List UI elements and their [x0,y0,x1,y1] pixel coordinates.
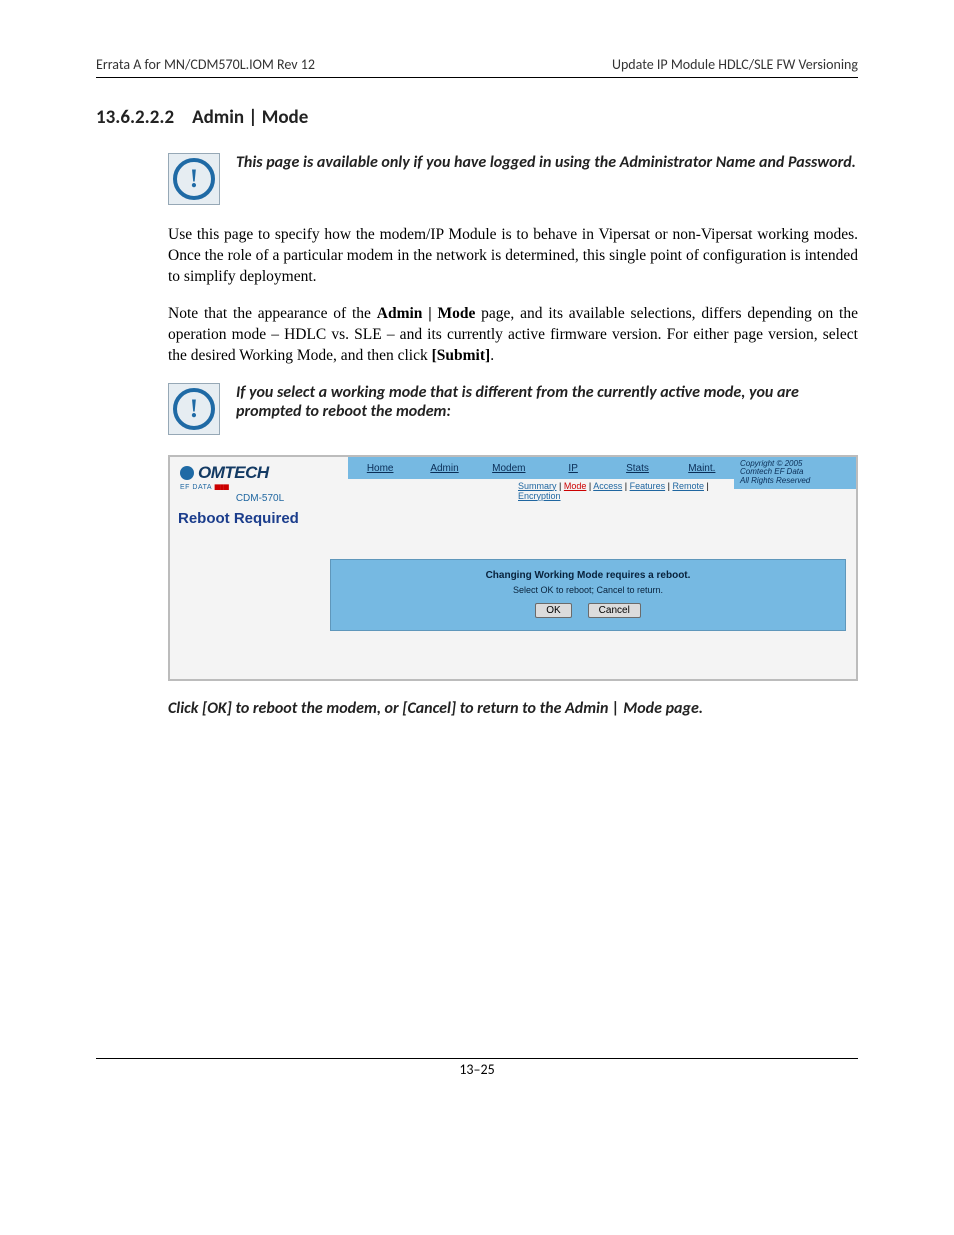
section-heading: 13.6.2.2.2 Admin | Mode [96,106,858,129]
webui-copyright: Copyright © 2005 Comtech EF Data All Rig… [734,457,856,489]
screenshot-caption: Click [OK] to reboot the modem, or [Canc… [168,699,858,718]
nav-admin[interactable]: Admin [412,463,476,474]
subnav-mode[interactable]: Mode [564,481,587,491]
reboot-dialog-line2: Select OK to reboot; Cancel to return. [331,585,845,595]
nav-home[interactable]: Home [348,463,412,474]
cancel-button[interactable]: Cancel [588,603,641,618]
modem-webui-screenshot: OMTECH EF DATA ▮▮▮▮▮ CDM-570L Home Admin… [168,455,858,681]
info-note-1-text: This page is available only if you have … [236,153,856,172]
info-note-2: ! If you select a working mode that is d… [168,383,858,435]
webui-main-nav: Home Admin Modem IP Stats Maint. [348,457,734,481]
logo-brand: OMTECH [198,463,269,483]
info-icon: ! [168,383,220,435]
nav-stats[interactable]: Stats [605,463,669,474]
reboot-dialog: Changing Working Mode requires a reboot.… [330,559,846,631]
header-right: Update IP Module HDLC/SLE FW Versioning [612,56,858,73]
para2-pre: Note that the appearance of the [168,305,377,322]
logo-model: CDM-570L [180,493,340,504]
reboot-dialog-line1: Changing Working Mode requires a reboot. [331,570,845,581]
ok-button[interactable]: OK [535,603,571,618]
subnav-features[interactable]: Features [630,481,666,491]
webui-sub-nav: Summary | Mode | Access | Features | Rem… [348,479,734,503]
para2-b1: Admin | Mode [377,305,476,322]
logo-bars-icon: ▮▮▮▮▮ [214,484,228,491]
para2-post: . [490,347,494,364]
logo-globe-icon [180,466,194,480]
subnav-encryption[interactable]: Encryption [518,491,561,501]
page-number: 13–25 [96,1061,858,1118]
paragraph-1: Use this page to specify how the modem/I… [168,225,858,288]
webui-logo: OMTECH EF DATA ▮▮▮▮▮ CDM-570L [170,457,348,506]
subnav-remote[interactable]: Remote [672,481,704,491]
webui-heading: Reboot Required [170,506,856,527]
subnav-summary[interactable]: Summary [518,481,557,491]
section-number: 13.6.2.2.2 [96,106,174,129]
nav-maint[interactable]: Maint. [670,463,734,474]
info-icon: ! [168,153,220,205]
nav-modem[interactable]: Modem [477,463,541,474]
info-note-2-text: If you select a working mode that is dif… [236,383,858,421]
nav-ip[interactable]: IP [541,463,605,474]
header-rule [96,77,858,78]
para2-b2: [Submit] [432,347,491,364]
paragraph-2: Note that the appearance of the Admin | … [168,304,858,367]
copy-l3: All Rights Reserved [740,477,850,486]
subnav-access[interactable]: Access [593,481,622,491]
footer-rule [96,1058,858,1059]
logo-subline: EF DATA [180,484,212,491]
section-title: Admin | Mode [192,106,308,129]
info-note-1: ! This page is available only if you hav… [168,153,858,205]
header-left: Errata A for MN/CDM570L.IOM Rev 12 [96,56,315,73]
